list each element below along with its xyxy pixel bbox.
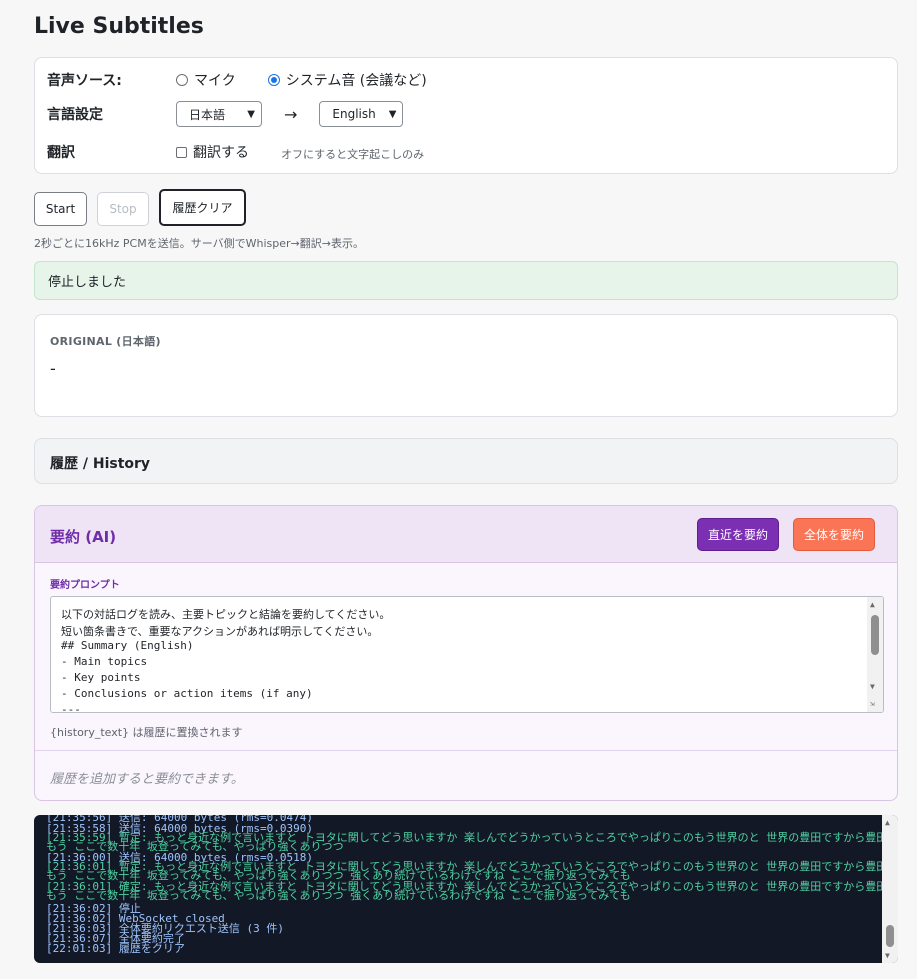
settings-panel: 音声ソース: マイク システム音 (会議など) 言語設定 日本語 ▼ → Eng… [34,57,898,174]
pipeline-note: 2秒ごとに16kHz PCMを送信。サーバ側でWhisper→翻訳→表示。 [34,237,364,250]
scroll-down-icon[interactable]: ▼ [885,951,890,960]
scroll-down-icon[interactable]: ▼ [870,682,875,691]
prompt-scrollbar-thumb[interactable] [871,615,879,655]
log-console[interactable]: [21:35:56] 送信: 64000 bytes (rms=0.0474) … [34,815,898,963]
log-scrollbar-thumb[interactable] [886,925,894,947]
log-scrollbar[interactable]: ▲ ▼ [882,815,898,963]
language-label: 言語設定 [47,107,103,123]
stop-button[interactable]: Stop [97,192,149,226]
clear-history-button[interactable]: 履歴クリア [159,189,246,226]
summary-panel: 要約 (AI) 直近を要約 全体を要約 要約プロンプト 以下の対話ログを読み、主… [34,505,898,801]
prompt-label: 要約プロンプト [50,580,120,591]
summarize-all-button[interactable]: 全体を要約 [793,518,875,551]
summary-placeholder: 履歴を追加すると要約できます。 [50,772,244,787]
summarize-recent-button[interactable]: 直近を要約 [697,518,779,551]
chevron-down-icon: ▼ [388,108,397,120]
summary-header: 要約 (AI) 直近を要約 全体を要約 [35,506,897,563]
prompt-textarea[interactable]: 以下の対話ログを読み、主要トピックと結論を要約してください。 短い箇条書きで、重… [50,596,884,713]
prompt-line: - Key points [61,671,141,684]
resize-handle-icon[interactable]: ⇲ [870,699,875,708]
source-language-select[interactable]: 日本語 ▼ [176,101,262,127]
status-text: 停止しました [48,275,127,290]
audio-source-label: 音声ソース: [47,73,122,89]
target-language-value: English [332,107,376,121]
history-title: 履歴 / History [50,456,151,472]
summary-title: 要約 (AI) [50,528,117,546]
prompt-line: ## Summary (English) [61,639,194,652]
original-text: - [50,359,56,378]
prompt-note: {history_text} は履歴に置換されます [50,726,243,739]
scroll-up-icon[interactable]: ▲ [885,818,890,827]
translate-hint: オフにすると文字起こしのみ [281,148,425,161]
radio-mic-indicator[interactable] [176,74,188,86]
log-line: もう ここで数十年 坂登ってみても、やっぱり強くありつつ 強くあり続けているわけ… [46,889,631,902]
audio-source-row: 音声ソース: マイク システム音 (会議など) [47,70,885,90]
translate-checkbox[interactable]: 翻訳する [176,142,249,162]
start-button[interactable]: Start [34,192,87,226]
original-panel: ORIGINAL (日本語) - [34,314,898,417]
translate-checkbox-label: 翻訳する [193,145,249,161]
prompt-scrollbar[interactable]: ▲ ▼ ⇲ [867,597,883,712]
history-panel[interactable]: 履歴 / History [34,438,898,484]
page-title: Live Subtitles [34,14,204,39]
status-banner: 停止しました [34,261,898,300]
radio-system-audio[interactable]: システム音 (会議など) [267,70,427,90]
language-row: 言語設定 日本語 ▼ → English ▼ [47,101,885,127]
prompt-line: - Conclusions or action items (if any) [61,687,313,700]
arrow-right-icon: → [284,104,298,124]
radio-system-audio-indicator[interactable] [267,74,280,86]
radio-system-audio-label: システム音 (会議など) [285,73,427,89]
chevron-down-icon: ▼ [247,108,255,120]
prompt-line: 以下の対話ログを読み、主要トピックと結論を要約してください。 [61,608,391,621]
source-language-value: 日本語 [189,107,226,122]
translate-row: 翻訳 翻訳する オフにすると文字起こしのみ [47,142,885,162]
radio-mic-label: マイク [194,73,236,89]
prompt-line: - Main topics [61,655,148,668]
log-line: [22:01:03] 履歴をクリア [46,942,185,955]
prompt-line: 短い箇条書きで、重要なアクションがあれば明示してください。 [61,625,379,638]
summary-result: 履歴を追加すると要約できます。 [35,750,897,800]
scroll-up-icon[interactable]: ▲ [870,600,875,609]
translate-checkbox-box[interactable] [176,146,187,158]
target-language-select[interactable]: English ▼ [319,101,404,127]
original-label: ORIGINAL (日本語) [50,335,161,348]
translate-label: 翻訳 [47,145,75,161]
prompt-line: --- [61,703,81,713]
radio-mic[interactable]: マイク [176,70,236,90]
